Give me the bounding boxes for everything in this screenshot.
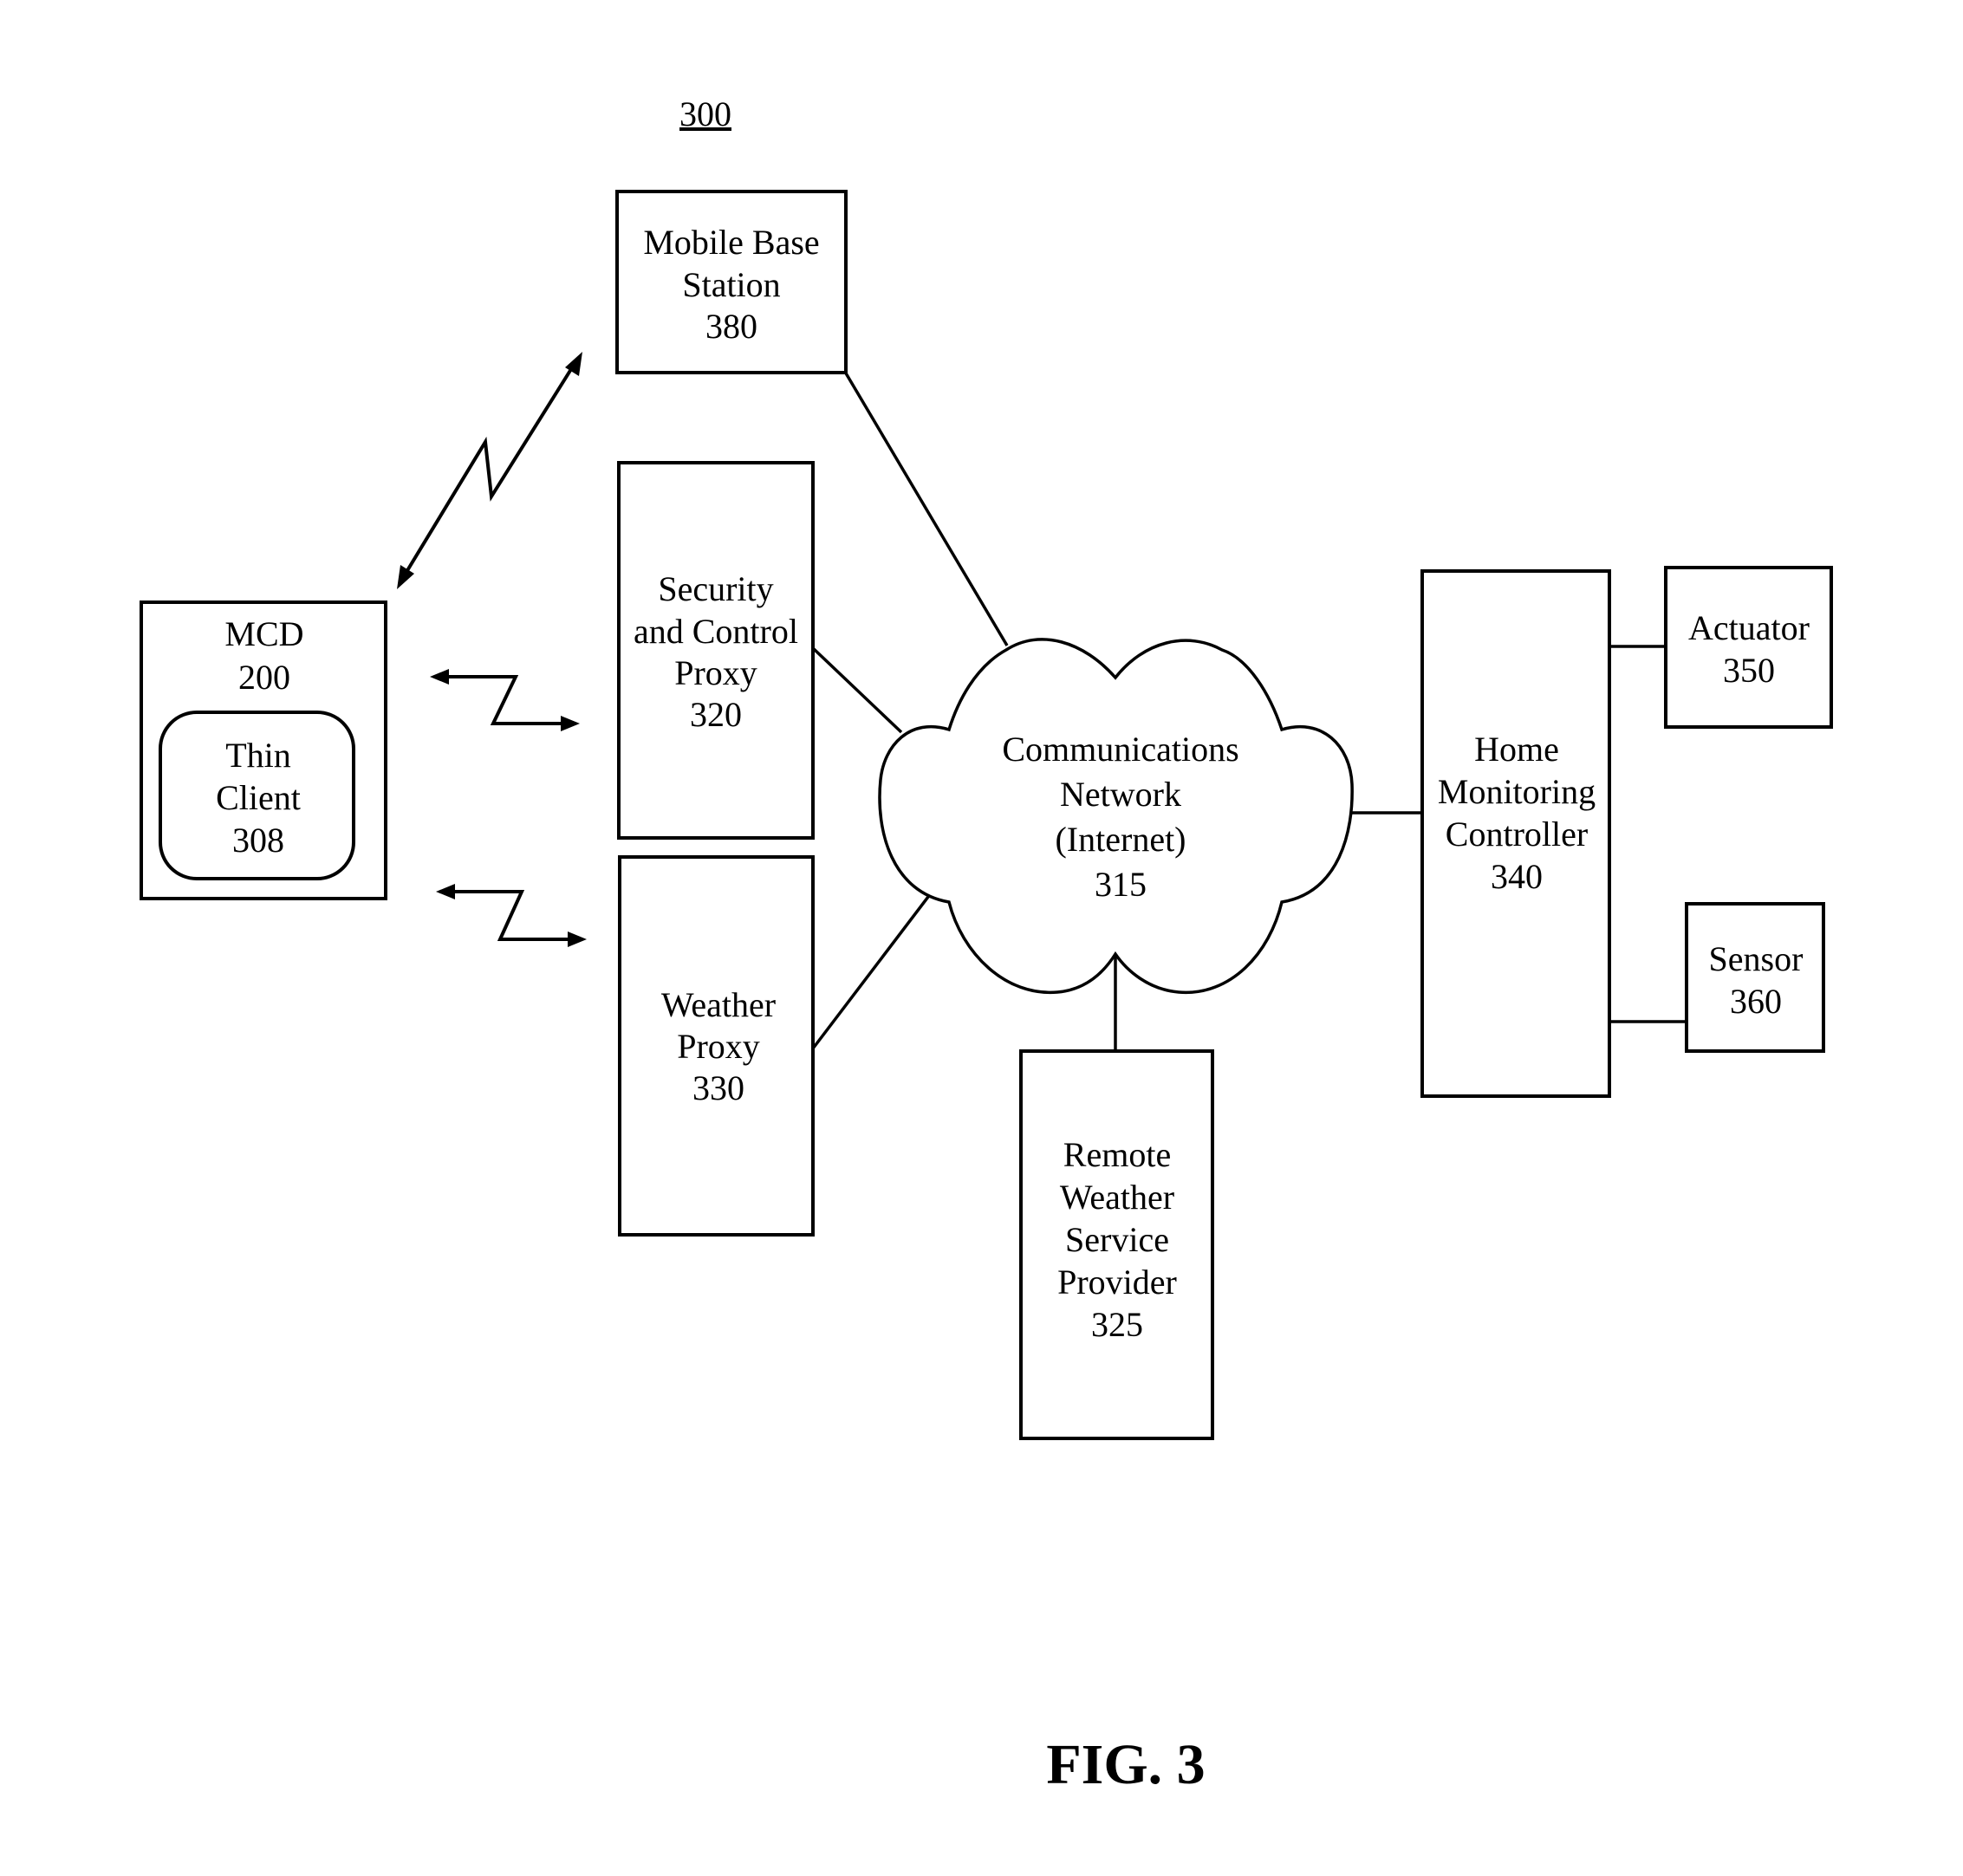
- home-controller-label-line-1: Home: [1474, 730, 1559, 769]
- mobile-base-station-label-line-3: 380: [705, 307, 757, 346]
- network-label-line-4: 315: [1095, 865, 1147, 904]
- arrowhead-icon: [561, 716, 580, 731]
- network-node: Communications Network (Internet) 315: [878, 638, 1354, 994]
- home-controller-node: Home Monitoring Controller 340: [1420, 569, 1611, 1098]
- sensor-label-line-1: Sensor: [1709, 939, 1804, 978]
- mcd-label-line-2: 200: [238, 658, 290, 697]
- remote-weather-label-line-4: Provider: [1057, 1263, 1177, 1302]
- security-proxy-node: Security and Control Proxy 320: [617, 461, 815, 840]
- wireless-link-mcd-to-security-proxy: [430, 669, 580, 731]
- remote-weather-label-line-3: Service: [1065, 1220, 1169, 1259]
- mobile-base-station-label-line-1: Mobile Base: [643, 223, 819, 262]
- network-label-line-2: Network: [1060, 775, 1181, 814]
- sensor-label-line-2: 360: [1730, 982, 1782, 1021]
- weather-proxy-label-line-2: Proxy: [677, 1027, 760, 1066]
- arrowhead-icon: [397, 565, 414, 589]
- remote-weather-label-line-2: Weather: [1060, 1178, 1174, 1217]
- remote-weather-label-line-5: 325: [1091, 1305, 1143, 1344]
- lightning-bolt-icon: [448, 890, 575, 941]
- home-controller-label-line-2: Monitoring: [1438, 772, 1596, 811]
- arrowhead-icon: [436, 884, 455, 899]
- lightning-bolt-icon: [402, 360, 577, 578]
- weather-proxy-label-line-3: 330: [692, 1068, 744, 1107]
- system-diagram: 300 Mobile Base Station 380 MCD 200 Thin…: [140, 94, 1833, 1796]
- actuator-label-line-2: 350: [1723, 651, 1775, 690]
- home-controller-label-line-3: Controller: [1446, 815, 1588, 854]
- arrowhead-icon: [568, 932, 587, 947]
- weather-proxy-node: Weather Proxy 330: [618, 855, 815, 1237]
- security-proxy-label-line-2: and Control: [634, 612, 798, 651]
- security-proxy-label-line-3: Proxy: [674, 653, 757, 692]
- remote-weather-node: Remote Weather Service Provider 325: [1019, 1049, 1214, 1440]
- thin-client-label-line-3: 308: [232, 821, 284, 860]
- mobile-base-station-node: Mobile Base Station 380: [615, 190, 848, 374]
- remote-weather-label-line-1: Remote: [1063, 1135, 1171, 1174]
- thin-client-node: Thin Client 308: [159, 711, 355, 880]
- network-label-line-1: Communications: [1002, 730, 1238, 769]
- thin-client-label-line-1: Thin: [225, 736, 291, 775]
- sensor-node: Sensor 360: [1685, 902, 1825, 1053]
- figure-reference-number: 300: [679, 94, 731, 133]
- security-proxy-label-line-4: 320: [690, 695, 742, 734]
- security-proxy-label-line-1: Security: [658, 569, 773, 608]
- actuator-node: Actuator 350: [1664, 566, 1833, 729]
- arrowhead-icon: [430, 669, 449, 685]
- home-controller-label-line-4: 340: [1491, 857, 1543, 896]
- link-mobile-base-to-network: [843, 371, 1009, 646]
- link-security-proxy-to-network: [811, 646, 903, 734]
- weather-proxy-label-line-1: Weather: [661, 985, 776, 1024]
- network-label-line-3: (Internet): [1055, 820, 1186, 859]
- figure-caption: FIG. 3: [1046, 1733, 1205, 1796]
- wireless-link-mcd-to-mobile-base: [397, 352, 582, 589]
- thin-client-label-line-2: Client: [216, 778, 301, 817]
- mcd-node: MCD 200 Thin Client 308: [140, 600, 387, 900]
- actuator-label-line-1: Actuator: [1688, 608, 1810, 647]
- network-cloud-shape: [878, 638, 1354, 994]
- lightning-bolt-icon: [442, 675, 568, 725]
- actuator-box: [1664, 566, 1833, 729]
- mobile-base-station-label-line-2: Station: [682, 265, 780, 304]
- mcd-label-line-1: MCD: [224, 614, 303, 653]
- wireless-link-mcd-to-weather-proxy: [436, 884, 587, 947]
